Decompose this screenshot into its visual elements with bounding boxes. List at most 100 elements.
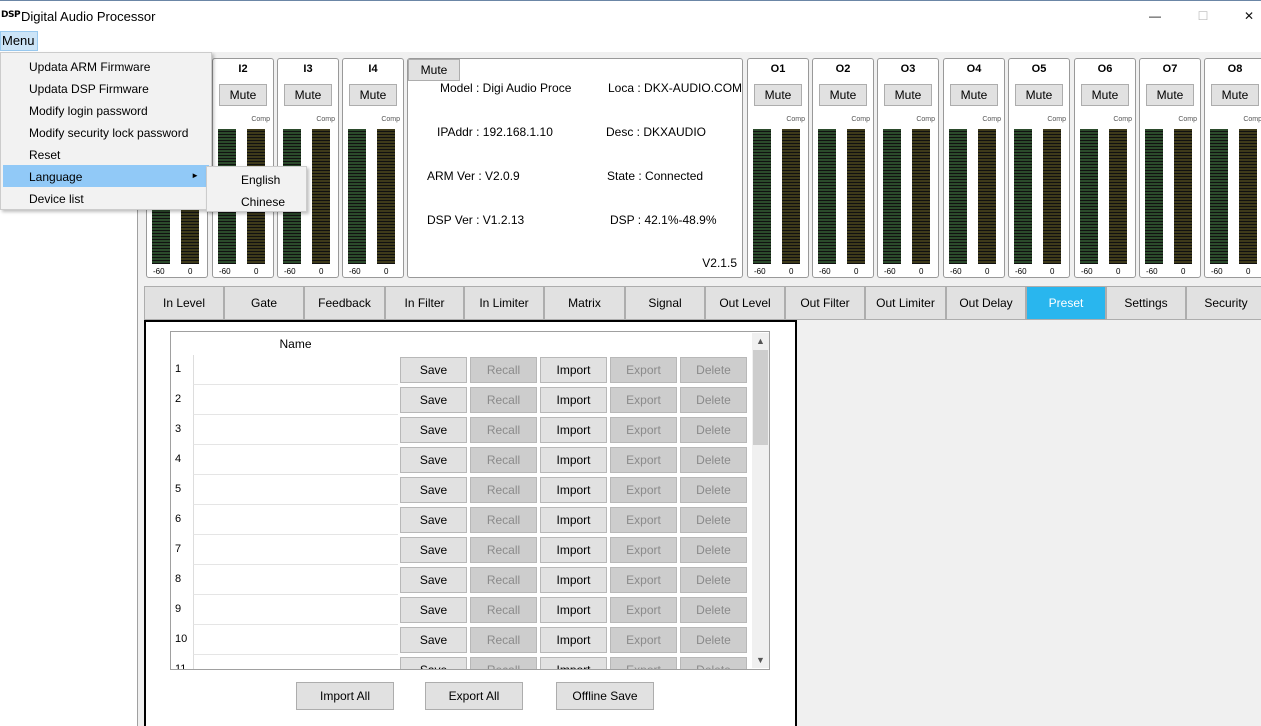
level-meter	[949, 129, 967, 264]
export-button: Export	[610, 537, 677, 563]
import-all-button[interactable]: Import All	[296, 682, 394, 710]
scale-min: -60	[819, 267, 831, 276]
minimize-button[interactable]: —	[1132, 1, 1178, 31]
tab-signal[interactable]: Signal	[625, 286, 705, 320]
tab-matrix[interactable]: Matrix	[544, 286, 625, 320]
import-button[interactable]: Import	[540, 597, 607, 623]
save-button[interactable]: Save	[400, 477, 467, 503]
export-button: Export	[610, 567, 677, 593]
export-button: Export	[610, 387, 677, 413]
preset-name-cell[interactable]	[193, 595, 398, 625]
import-button[interactable]: Import	[540, 417, 607, 443]
preset-name-cell[interactable]	[193, 535, 398, 565]
channel-mute-button[interactable]: Mute	[219, 84, 267, 106]
save-button[interactable]: Save	[400, 627, 467, 653]
preset-name-cell[interactable]	[193, 385, 398, 415]
menu-item-update-dsp-firmware[interactable]: Updata DSP Firmware	[3, 77, 209, 99]
channel-mute-button[interactable]: Mute	[284, 84, 332, 106]
device-info-panel: Model : Digi Audio Proce Loca : DKX-AUDI…	[407, 58, 743, 278]
scroll-thumb[interactable]	[753, 350, 768, 445]
channel-mute-button[interactable]: Mute	[349, 84, 397, 106]
preset-name-cell[interactable]	[193, 565, 398, 595]
preset-name-cell[interactable]	[193, 445, 398, 475]
tab-gate[interactable]: Gate	[224, 286, 304, 320]
preset-name-cell[interactable]	[193, 415, 398, 445]
tab-security[interactable]: Security	[1186, 286, 1261, 320]
channel-strip-input: I4 Mute Comp -60 0	[342, 58, 404, 278]
window-title: Digital Audio Processor	[21, 9, 156, 24]
preset-name-cell[interactable]	[193, 355, 398, 385]
submenu-item-english[interactable]: English	[207, 168, 306, 190]
preset-name-cell[interactable]	[193, 625, 398, 655]
import-button[interactable]: Import	[540, 657, 607, 669]
save-button[interactable]: Save	[400, 357, 467, 383]
master-mute-button[interactable]: Mute	[408, 59, 460, 81]
tab-feedback[interactable]: Feedback	[304, 286, 385, 320]
channel-label: O7	[1162, 63, 1178, 75]
tab-out-limiter[interactable]: Out Limiter	[865, 286, 946, 320]
save-button[interactable]: Save	[400, 447, 467, 473]
tab-out-filter[interactable]: Out Filter	[785, 286, 865, 320]
preset-name-cell[interactable]	[193, 505, 398, 535]
menu-item-modify-login-password[interactable]: Modify login password	[3, 99, 209, 121]
tab-settings[interactable]: Settings	[1106, 286, 1186, 320]
channel-mute-button[interactable]: Mute	[754, 84, 802, 106]
close-button[interactable]: ✕	[1226, 1, 1261, 31]
tab-out-level[interactable]: Out Level	[705, 286, 785, 320]
tab-in-limiter[interactable]: In Limiter	[464, 286, 544, 320]
scale-min: -60	[1211, 267, 1223, 276]
menu-item-language[interactable]: Language ►	[3, 165, 209, 187]
save-button[interactable]: Save	[400, 537, 467, 563]
channel-mute-button[interactable]: Mute	[884, 84, 932, 106]
tab-preset[interactable]: Preset	[1026, 286, 1106, 320]
import-button[interactable]: Import	[540, 357, 607, 383]
scale-max: 0	[985, 267, 990, 276]
tab-in-filter[interactable]: In Filter	[385, 286, 464, 320]
save-button[interactable]: Save	[400, 417, 467, 443]
import-button[interactable]: Import	[540, 387, 607, 413]
channel-mute-button[interactable]: Mute	[819, 84, 867, 106]
table-row: 3 Save Recall Import Export Delete	[171, 415, 755, 445]
channel-mute-button[interactable]: Mute	[950, 84, 998, 106]
menu-item-reset[interactable]: Reset	[3, 143, 209, 165]
minimize-icon: —	[1149, 9, 1161, 23]
import-button[interactable]: Import	[540, 627, 607, 653]
menu-bar	[0, 30, 1261, 52]
preset-name-cell[interactable]	[193, 475, 398, 505]
maximize-button[interactable]: ☐	[1180, 1, 1226, 31]
menu-button[interactable]: Menu	[0, 31, 38, 51]
scale-max: 0	[789, 267, 794, 276]
save-button[interactable]: Save	[400, 657, 467, 669]
scroll-down-icon[interactable]: ▼	[752, 652, 769, 668]
save-button[interactable]: Save	[400, 507, 467, 533]
offline-save-button[interactable]: Offline Save	[556, 682, 654, 710]
comp-label: Comp	[1243, 116, 1261, 123]
preset-grid: Name 1 Save Recall Import Export Delete 2 Save R…	[170, 331, 770, 670]
tab-in-level[interactable]: In Level	[144, 286, 224, 320]
channel-mute-button[interactable]: Mute	[1081, 84, 1129, 106]
save-button[interactable]: Save	[400, 387, 467, 413]
menu-item-update-arm-firmware[interactable]: Updata ARM Firmware	[3, 55, 209, 77]
save-button[interactable]: Save	[400, 597, 467, 623]
import-button[interactable]: Import	[540, 477, 607, 503]
row-number: 7	[175, 543, 182, 555]
export-all-button[interactable]: Export All	[425, 682, 523, 710]
tab-out-delay[interactable]: Out Delay	[946, 286, 1026, 320]
comp-meter	[312, 129, 330, 264]
channel-mute-button[interactable]: Mute	[1146, 84, 1194, 106]
menu-item-modify-security-lock-password[interactable]: Modify security lock password	[3, 121, 209, 143]
import-button[interactable]: Import	[540, 537, 607, 563]
save-button[interactable]: Save	[400, 567, 467, 593]
scroll-up-icon[interactable]: ▲	[752, 333, 769, 349]
channel-mute-button[interactable]: Mute	[1211, 84, 1259, 106]
comp-label: Comp	[916, 116, 935, 123]
import-button[interactable]: Import	[540, 567, 607, 593]
submenu-item-chinese[interactable]: Chinese	[207, 190, 306, 212]
submenu-arrow-icon: ►	[191, 171, 199, 180]
channel-mute-button[interactable]: Mute	[1015, 84, 1063, 106]
menu-item-device-list[interactable]: Device list	[3, 187, 209, 209]
comp-label: Comp	[1113, 116, 1132, 123]
import-button[interactable]: Import	[540, 507, 607, 533]
import-button[interactable]: Import	[540, 447, 607, 473]
preset-name-cell[interactable]	[193, 655, 398, 669]
